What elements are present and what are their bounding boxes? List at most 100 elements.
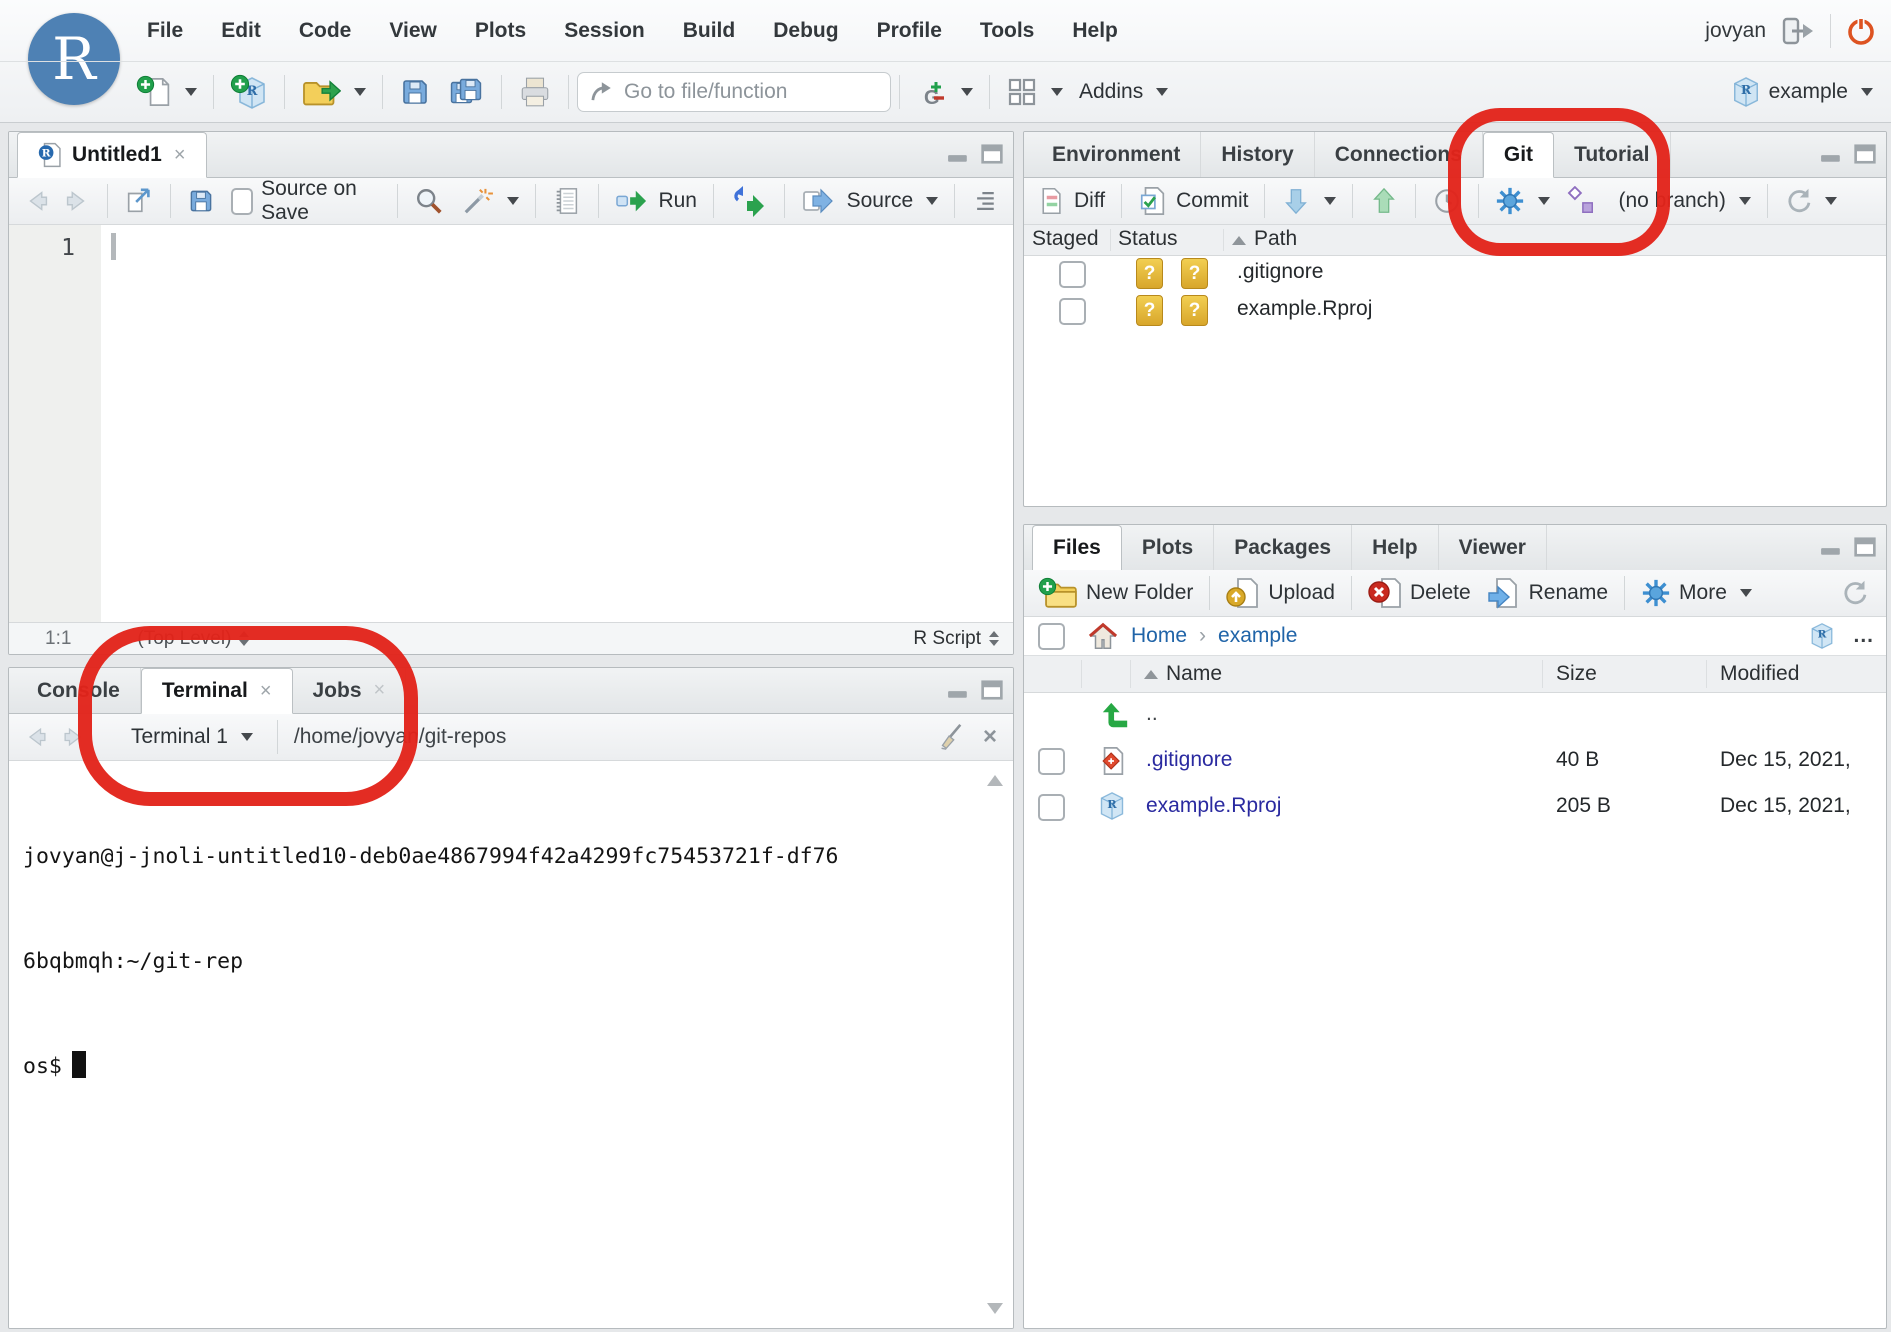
source-on-save-checkbox[interactable]: Source on Save [223,179,389,223]
compile-report-button[interactable] [544,179,590,223]
scroll-down-icon[interactable] [987,1303,1003,1314]
new-branch-button[interactable] [1558,179,1604,223]
column-size[interactable]: Size [1556,656,1597,692]
minimize-icon[interactable] [1820,537,1842,557]
next-terminal-button[interactable] [59,715,95,759]
goto-file-search[interactable] [577,72,891,112]
sign-out-icon[interactable] [1780,15,1816,47]
file-row-rproj[interactable]: example.Rproj 205 B Dec 15, 2021, [1024,784,1886,830]
menu-plots[interactable]: Plots [458,19,543,43]
file-checkbox[interactable] [1038,748,1065,775]
file-name[interactable]: example.Rproj [1146,794,1281,818]
file-row-parent-dir[interactable]: .. [1024,692,1886,738]
tab-untitled1[interactable]: Untitled1 × [17,132,207,178]
git-settings-button[interactable] [1487,179,1558,223]
tab-terminal[interactable]: Terminal× [141,668,293,714]
more-button[interactable]: More [1633,571,1760,615]
find-replace-button[interactable] [406,179,452,223]
source-button[interactable]: Source [793,179,947,223]
tab-help[interactable]: Help [1352,525,1439,570]
tab-files[interactable]: Files [1032,525,1122,571]
close-tab-icon[interactable]: × [174,144,186,167]
column-staged[interactable]: Staged [1032,227,1099,251]
new-project-button[interactable] [222,70,276,114]
maximize-icon[interactable] [981,144,1003,164]
new-folder-button[interactable]: New Folder [1030,571,1201,615]
document-outline-button[interactable] [963,179,1007,223]
delete-button[interactable]: Delete [1360,571,1479,615]
goto-file-input[interactable] [622,79,856,105]
power-quit-icon[interactable] [1845,15,1877,47]
code-editor[interactable]: 1 [9,225,1013,623]
tab-connections[interactable]: Connections [1315,132,1483,177]
previous-terminal-button[interactable] [15,715,59,759]
maximize-icon[interactable] [1854,537,1876,557]
terminal-output[interactable]: jovyan@j-jnoli-untitled10-deb0ae4867994f… [9,761,1013,1328]
column-name[interactable]: Name [1144,656,1222,692]
rename-button[interactable]: Rename [1479,571,1616,615]
git-row-rproj[interactable]: ? ? example.Rproj [1024,293,1886,330]
column-modified[interactable]: Modified [1720,656,1799,692]
scope-selector[interactable]: (Top Level) [137,628,249,650]
tab-environment[interactable]: Environment [1032,132,1201,177]
file-name[interactable]: .. [1146,702,1158,726]
maximize-icon[interactable] [1854,144,1876,164]
print-button[interactable] [510,70,560,114]
open-file-button[interactable] [293,70,374,114]
breadcrumb-current[interactable]: example [1218,624,1297,648]
minimize-icon[interactable] [947,680,969,700]
code-tools-button[interactable] [452,179,527,223]
refresh-button[interactable] [1776,179,1845,223]
git-row-gitignore[interactable]: ? ? .gitignore [1024,256,1886,293]
diff-button[interactable]: Diff [1030,179,1113,223]
pull-button[interactable] [1273,179,1344,223]
menu-view[interactable]: View [372,19,453,43]
menu-build[interactable]: Build [666,19,753,43]
forward-button[interactable] [61,179,99,223]
tab-jobs[interactable]: Jobs× [293,668,407,713]
new-file-button[interactable] [128,70,205,114]
staged-checkbox[interactable] [1059,261,1086,288]
menu-debug[interactable]: Debug [756,19,855,43]
file-row-gitignore[interactable]: .gitignore 40 B Dec 15, 2021, [1024,738,1886,784]
tab-console[interactable]: Console [17,668,141,713]
column-status[interactable]: Status [1118,227,1178,251]
menu-session[interactable]: Session [547,19,662,43]
go-up-directory-icon[interactable] [1100,699,1130,731]
r-project-context-icon[interactable] [1809,622,1835,650]
clear-terminal-icon[interactable] [935,722,965,752]
run-button[interactable]: Run [606,179,705,223]
checkbox-icon[interactable] [231,188,253,215]
tab-plots[interactable]: Plots [1122,525,1214,570]
minimize-icon[interactable] [1820,144,1842,164]
file-name[interactable]: .gitignore [1146,748,1232,772]
menu-file[interactable]: File [130,19,200,43]
version-control-button[interactable] [908,70,981,114]
maximize-icon[interactable] [981,680,1003,700]
addins-button[interactable]: Addins [1071,70,1176,114]
menu-edit[interactable]: Edit [204,19,278,43]
tab-history[interactable]: History [1201,132,1314,177]
rerun-button[interactable] [722,179,776,223]
home-icon[interactable] [1087,621,1119,651]
push-button[interactable] [1361,179,1407,223]
upload-button[interactable]: Upload [1218,571,1343,615]
file-checkbox[interactable] [1038,794,1065,821]
back-button[interactable] [15,179,61,223]
scroll-up-icon[interactable] [987,775,1003,786]
column-path[interactable]: Path [1232,227,1297,251]
close-tab-icon[interactable]: × [260,680,272,703]
close-terminal-icon[interactable]: × [983,723,997,751]
tab-tutorial[interactable]: Tutorial [1554,132,1670,177]
save-button[interactable] [391,70,439,114]
workspace-panes-button[interactable] [998,70,1071,114]
menu-profile[interactable]: Profile [860,19,959,43]
staged-checkbox[interactable] [1059,298,1086,325]
select-all-checkbox[interactable] [1038,623,1065,650]
project-selector[interactable]: example [1731,62,1873,121]
breadcrumb-home[interactable]: Home [1131,624,1187,648]
terminal-selector[interactable]: Terminal 1 [123,715,261,759]
close-tab-icon[interactable]: × [374,679,386,702]
minimize-icon[interactable] [947,144,969,164]
menu-tools[interactable]: Tools [963,19,1051,43]
